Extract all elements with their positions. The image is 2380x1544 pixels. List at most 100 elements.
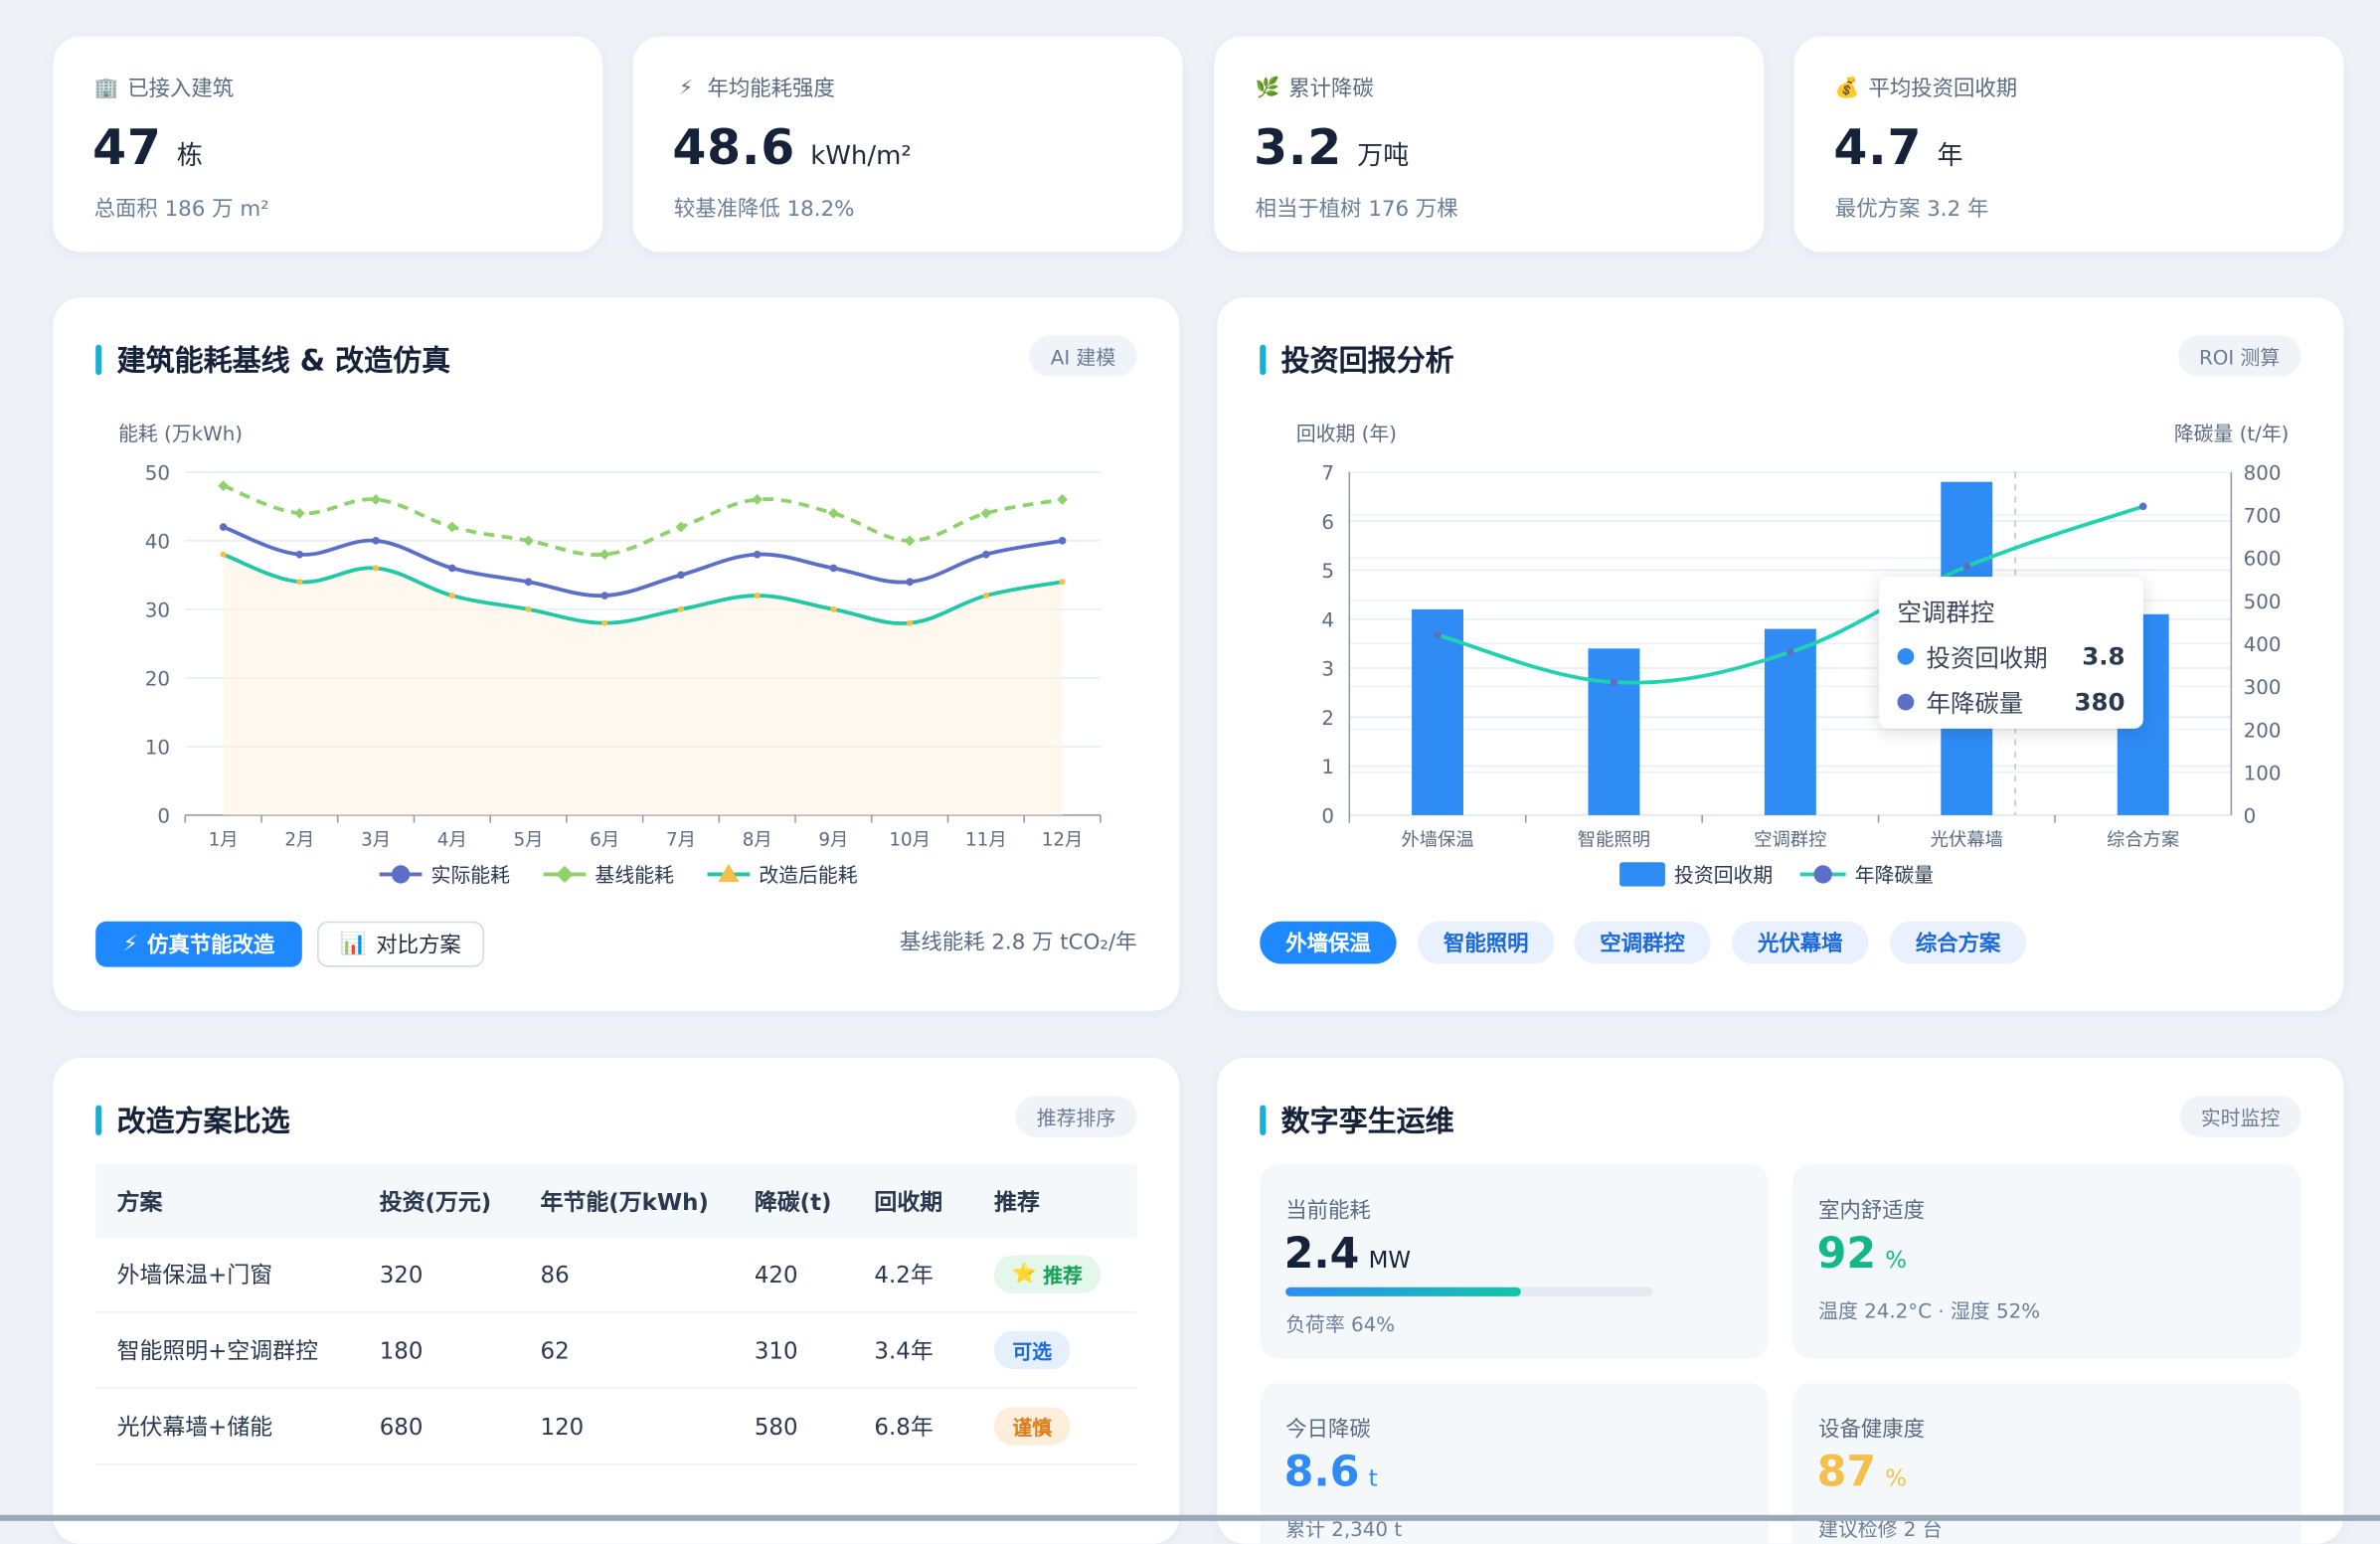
option-pill-combined[interactable]: 综合方案 [1889,921,2027,964]
load-progress-fill [1285,1287,1521,1296]
y-tick-label: 30 [145,599,170,621]
x-tick-label: 12月 [1042,829,1084,850]
bar-智能照明 [1588,648,1640,815]
data-point [598,549,610,561]
data-point [447,564,456,573]
optional-badge: 可选 [994,1331,1071,1370]
data-point [1058,537,1067,545]
data-point [446,521,458,533]
table-row[interactable]: 外墙保温+门窗 320 86 420 4.2年 ⭐ 推荐 [95,1237,1137,1313]
roi-bar-chart: 回收期 (年) 降碳量 (t/年) 0 1 2 3 4 5 6 7 0 100 200 300 400 500… [1296,423,2290,887]
data-point [1059,579,1066,586]
legend-marker [391,865,411,884]
data-point [753,550,762,559]
x-tick-label: 智能照明 [1578,829,1650,850]
col-header: 年节能(万kWh) [519,1164,734,1238]
table-row[interactable]: 光伏幕墙+储能 680 120 580 6.8年 谨慎 [95,1388,1137,1465]
tile-current-power: 当前能耗 2.4 MW 负荷率 64% [1260,1164,1769,1359]
x-tick-label: 10月 [889,829,931,850]
data-point [1434,630,1442,639]
x-tick-label: 空调群控 [1754,829,1826,850]
panel-title: 数字孪生运维 [1280,1105,1454,1139]
data-point [600,592,609,600]
y-axis-label: 能耗 (万kWh) [118,423,243,445]
panel-title: 投资回报分析 [1280,344,1454,379]
col-header: 投资(万元) [358,1164,520,1238]
legend-marker [1813,865,1832,884]
sort-tag: 推荐排序 [1015,1096,1137,1137]
viewport-bottom-line [0,1514,2380,1521]
data-point [904,535,916,547]
y-tick-label: 4 [1321,608,1334,631]
y2-tick-label: 100 [2244,762,2282,784]
digital-twin-panel: 数字孪生运维 实时监控 当前能耗 2.4 MW 负荷率 64% 室内舒适度 92%… [1217,1058,2344,1544]
y-tick-label: 20 [145,668,170,691]
tile-comfort: 室内舒适度 92% 温度 24.2°C · 湿度 52% [1792,1164,2301,1359]
table-header: 方案 投资(万元) 年节能(万kWh) 降碳(t) 回收期 推荐 [95,1164,1137,1238]
title-accent [95,343,102,375]
x-tick-label: 6月 [590,829,619,850]
y-tick-label: 1 [1321,756,1334,778]
tooltip-row: 投资回收期 3.8 [1897,637,2125,674]
x-tick-label: 光伏幕墙 [1931,829,2003,850]
kpi-card-payback: 💰 平均投资回收期 4.7 年 最优方案 3.2 年 [1793,36,2344,253]
y-tick-label: 50 [145,461,170,484]
data-point [1962,562,1971,571]
legend-marker [556,865,574,884]
data-point [906,578,914,587]
data-point [220,551,227,558]
data-point [2138,502,2147,511]
option-pill-pv-curtain[interactable]: 光伏幕墙 [1732,921,1869,964]
area-fill-改造后能耗 [223,554,1063,815]
compare-plans-button[interactable]: 📊 对比方案 [317,921,485,967]
data-point [373,565,380,572]
simulate-retrofit-button[interactable]: ⚡ 仿真节能改造 [95,921,302,967]
y2-tick-label: 200 [2244,719,2282,742]
kpi-sub: 相当于植树 176 万棵 [1255,197,1458,222]
legend-label: 改造后能耗 [759,864,857,887]
tile-value: 92 [1816,1228,1877,1279]
data-point [296,579,303,586]
data-point [218,480,230,492]
leaf-icon: 🌿 [1255,77,1280,100]
x-tick-label: 11月 [965,829,1007,850]
kpi-value: 48.6 [672,118,795,177]
lightning-icon: ⚡ [122,932,138,956]
legend-label: 实际能耗 [431,864,510,887]
option-pill-wall-insulation[interactable]: 外墙保温 [1260,921,1397,964]
option-pill-smart-lighting[interactable]: 智能照明 [1418,921,1555,964]
legend-label: 年降碳量 [1855,864,1934,887]
scheme-panel: 改造方案比选 推荐排序 方案 投资(万元) 年节能(万kWh) 降碳(t) 回收… [53,1058,1180,1544]
data-point [675,521,687,533]
tooltip-row: 年降碳量 380 [1897,683,2125,720]
x-tick-label: 7月 [666,829,696,850]
data-point [372,537,380,545]
y-tick-label: 3 [1321,658,1334,681]
title-accent [1260,1104,1267,1135]
recommend-badge: ⭐ 推荐 [994,1255,1102,1293]
x-tick-label: 9月 [818,829,848,850]
kpi-sub: 较基准降低 18.2% [673,197,855,222]
y2-tick-label: 800 [2244,461,2282,484]
x-tick-label: 1月 [209,829,239,850]
option-pill-hvac-control[interactable]: 空调群控 [1574,921,1711,964]
kpi-card-carbon: 🌿 累计降碳 3.2 万吨 相当于植树 176 万棵 [1214,36,1765,253]
chart-icon: 📊 [340,932,368,956]
y2-tick-label: 0 [2244,805,2257,828]
scheme-table: 方案 投资(万元) 年节能(万kWh) 降碳(t) 回收期 推荐 外墙保温+门窗… [95,1164,1137,1465]
chart-tooltip: 空调群控 投资回收期 3.8 年降碳量 380 [1879,577,2143,729]
data-point [754,593,761,600]
star-icon: ⭐ [1012,1263,1038,1287]
kpi-unit: 年 [1937,140,1963,172]
data-point [219,523,228,531]
data-point [830,605,837,612]
legend-label: 基线能耗 [595,864,674,887]
data-point [829,564,838,573]
data-point [525,605,532,612]
x-tick-label: 综合方案 [2107,829,2179,850]
series-dot [1897,692,1915,710]
panel-title: 改造方案比选 [116,1105,290,1139]
table-row[interactable]: 智能照明+空调群控 180 62 310 3.4年 可选 [95,1311,1137,1390]
energy-panel: 建筑能耗基线 & 改造仿真 AI 建模 能耗 (万kWh) 0 10 20 30 40 50… [53,297,1180,1011]
caution-badge: 谨慎 [994,1407,1071,1446]
